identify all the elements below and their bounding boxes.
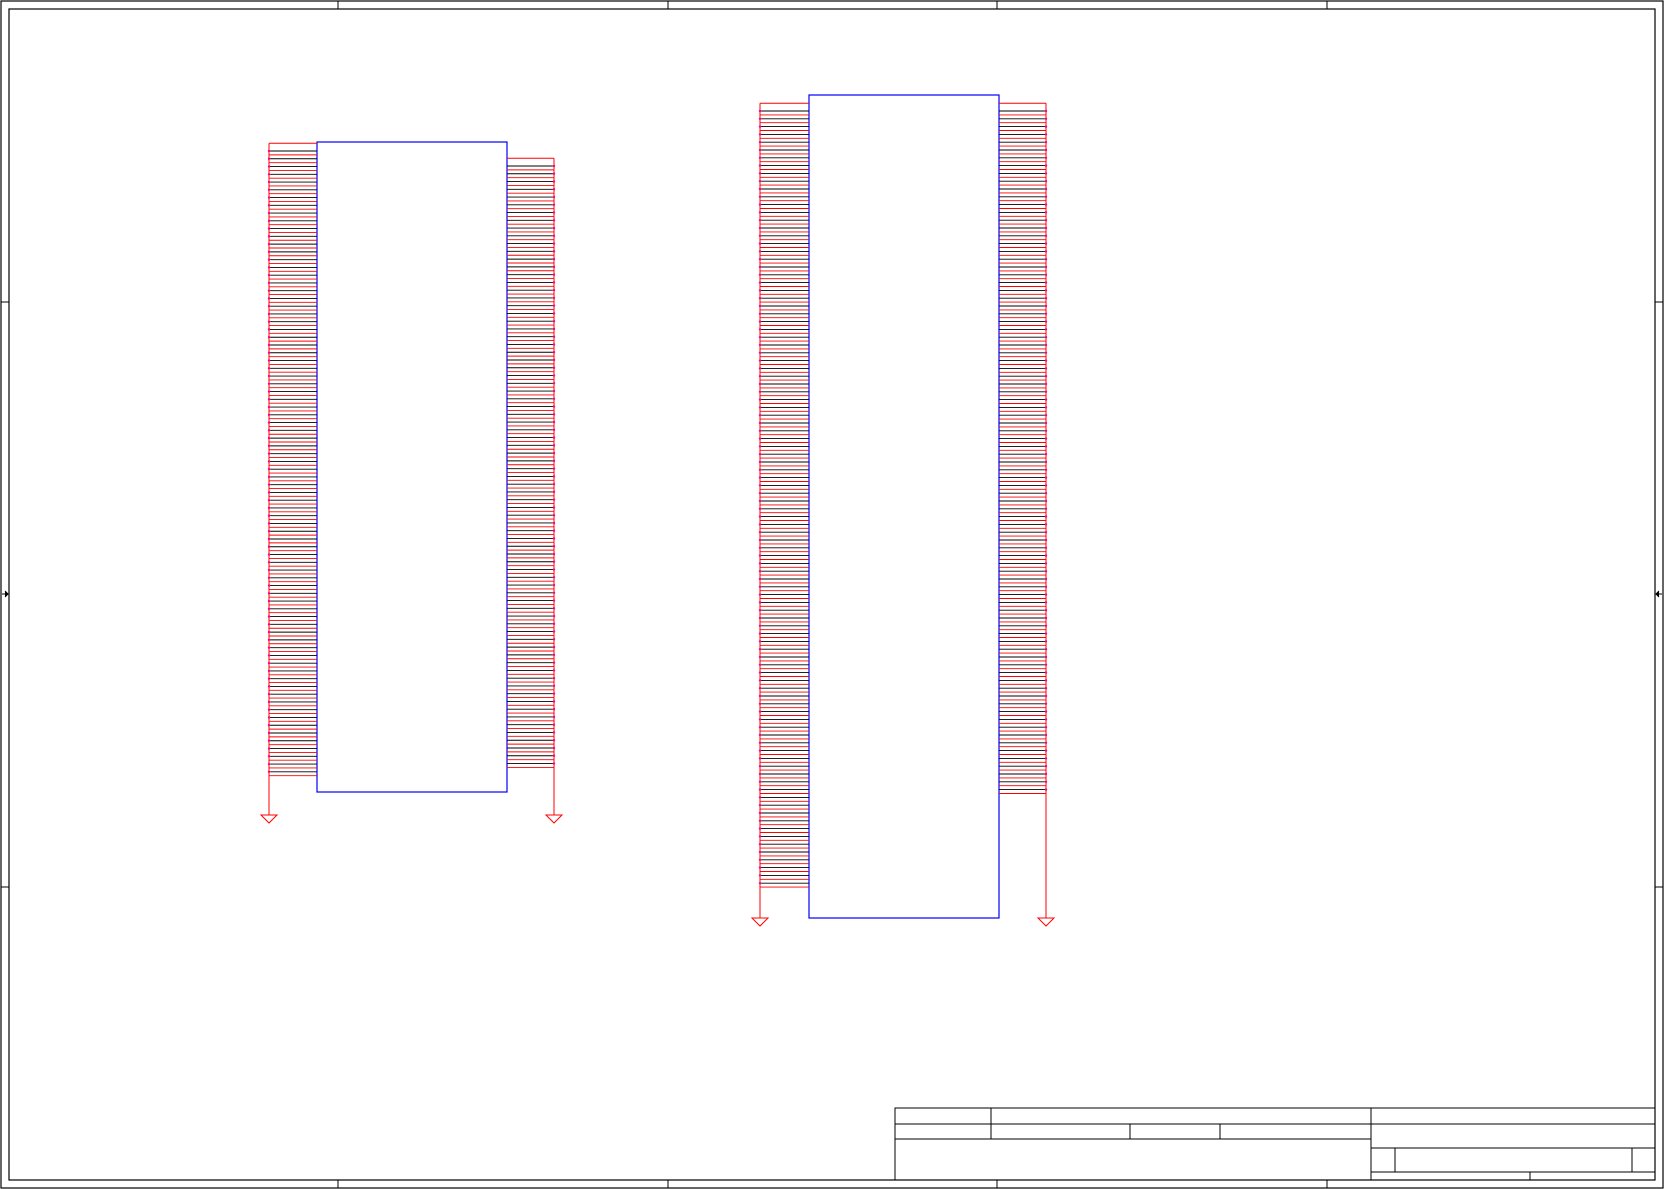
title-block-frame	[894, 1107, 1656, 1181]
connector-right-body	[808, 94, 1000, 919]
zone-ticks	[1, 1, 1663, 1188]
ground-icon	[259, 814, 279, 824]
connector-left-body	[316, 141, 508, 793]
sheet-inner-border	[8, 8, 1656, 1181]
connector-left	[259, 141, 564, 824]
title-block	[894, 1107, 1656, 1181]
center-arrows	[2, 590, 1662, 598]
ground-icon	[544, 814, 564, 824]
sheet-outer-border	[0, 0, 1664, 1189]
ground-icon	[750, 917, 770, 927]
schematic-sheet	[0, 0, 1664, 1189]
ground-icon	[1036, 917, 1056, 927]
left-center-arrow-icon	[2, 590, 9, 598]
connector-right	[750, 94, 1056, 927]
right-center-arrow-icon	[1655, 590, 1662, 598]
